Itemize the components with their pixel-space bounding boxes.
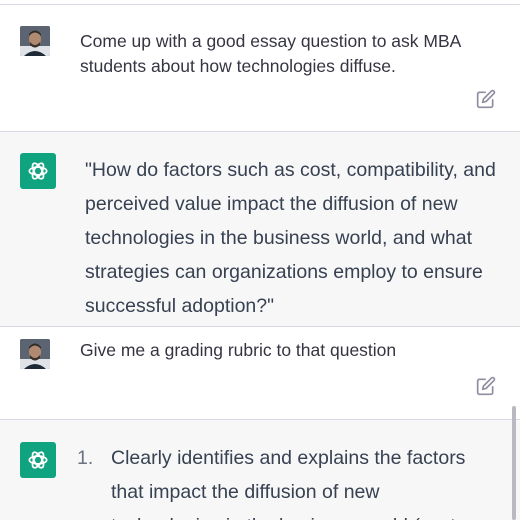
list-item-text: Clearly identifies and explains the fact… xyxy=(111,447,466,520)
user-avatar xyxy=(20,26,50,56)
user-message-text: Give me a grading rubric to that questio… xyxy=(80,340,397,360)
assistant-message-text: "How do factors such as cost, compatibil… xyxy=(85,159,496,317)
edit-icon[interactable] xyxy=(476,89,496,109)
scrollbar[interactable] xyxy=(512,406,516,520)
assistant-message-1: "How do factors such as cost, compatibil… xyxy=(0,132,520,326)
edit-icon[interactable] xyxy=(476,376,496,396)
user-message-2: Give me a grading rubric to that questio… xyxy=(0,327,520,419)
user-message-1: Come up with a good essay question to as… xyxy=(0,5,520,131)
openai-logo xyxy=(20,442,56,478)
assistant-message-2: 1. Clearly identifies and explains the f… xyxy=(0,420,520,520)
user-message-text: Come up with a good essay question to as… xyxy=(80,31,461,76)
openai-logo xyxy=(20,153,56,189)
user-avatar xyxy=(20,339,50,369)
list-number: 1. xyxy=(77,447,94,469)
